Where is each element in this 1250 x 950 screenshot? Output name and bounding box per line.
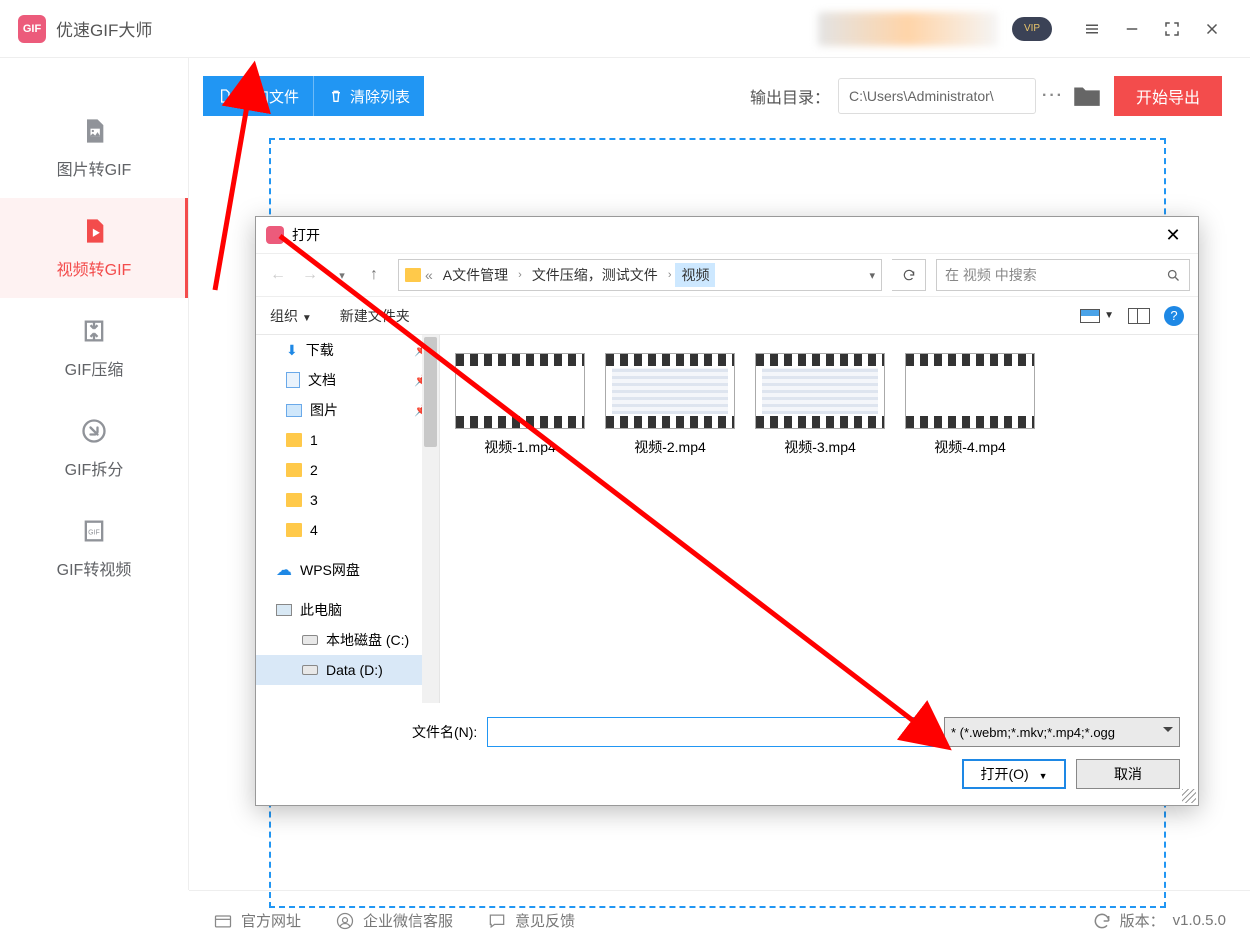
cancel-button[interactable]: 取消	[1076, 759, 1180, 789]
support-icon	[335, 911, 355, 931]
add-file-button[interactable]: 添加文件	[203, 76, 314, 116]
file-list[interactable]: 视频-1.mp4视频-2.mp4视频-3.mp4视频-4.mp4	[440, 335, 1198, 703]
vip-badge[interactable]: VIP	[1012, 17, 1052, 41]
tree-item[interactable]: 此电脑	[256, 595, 439, 625]
dialog-nav: ← → ▾ ↑ « A文件管理› 文件压缩，测试文件› 视频 ▾ 在 视频 中搜…	[256, 253, 1198, 297]
file-item[interactable]: 视频-2.mp4	[600, 353, 740, 685]
menu-button[interactable]	[1072, 9, 1112, 49]
fullscreen-button[interactable]	[1152, 9, 1192, 49]
image-file-icon	[80, 116, 108, 146]
tree-item[interactable]: ☁WPS网盘	[256, 555, 439, 585]
version-info[interactable]: 版本： v1.0.5.0	[1092, 910, 1226, 931]
user-avatar-area[interactable]	[818, 12, 998, 46]
file-item[interactable]: 视频-3.mp4	[750, 353, 890, 685]
nav-refresh-button[interactable]	[892, 259, 926, 291]
tree-scrollbar[interactable]	[422, 335, 439, 703]
preview-pane-button[interactable]	[1128, 308, 1150, 324]
gif-file-icon: GIF	[80, 516, 108, 546]
tree-item[interactable]: 4	[256, 515, 439, 545]
open-button[interactable]: 打开(O) ▼	[962, 759, 1066, 789]
folder-tree[interactable]: ⬇下载📌文档📌图片📌1234 ☁WPS网盘此电脑本地磁盘 (C:)Data (D:…	[256, 335, 440, 703]
sidebar-item-gif-to-video[interactable]: GIF GIF转视频	[0, 498, 188, 598]
tree-item[interactable]: 图片📌	[256, 395, 439, 425]
app-logo-icon: GIF	[18, 15, 46, 43]
search-input[interactable]: 在 视频 中搜索	[936, 259, 1190, 291]
toolbar: 添加文件 清除列表 输出目录： ··· 开始导出	[203, 76, 1222, 116]
refresh-icon	[1092, 911, 1112, 931]
feedback-link[interactable]: 意见反馈	[487, 910, 575, 931]
nav-back-button[interactable]: ←	[264, 261, 292, 289]
trash-icon	[328, 88, 344, 104]
search-icon	[1166, 268, 1181, 283]
tree-item[interactable]: 3	[256, 485, 439, 515]
sidebar-item-video-to-gif[interactable]: 视频转GIF	[0, 198, 188, 298]
chat-icon	[487, 911, 507, 931]
wechat-support-link[interactable]: 企业微信客服	[335, 910, 453, 931]
tree-item[interactable]: ⬇下载📌	[256, 335, 439, 365]
output-dir-label: 输出目录：	[750, 84, 830, 108]
sidebar-item-img-to-gif[interactable]: 图片转GIF	[0, 98, 188, 198]
more-button[interactable]: ···	[1036, 79, 1070, 113]
dialog-close-button[interactable]: ✕	[1158, 225, 1188, 246]
sidebar-item-gif-compress[interactable]: GIF压缩	[0, 298, 188, 398]
open-folder-button[interactable]	[1070, 79, 1104, 113]
compress-icon	[80, 316, 108, 346]
tree-item[interactable]: 1	[256, 425, 439, 455]
official-site-link[interactable]: 官方网址	[213, 910, 301, 931]
sidebar-item-gif-split[interactable]: GIF拆分	[0, 398, 188, 498]
nav-forward-button[interactable]: →	[296, 261, 324, 289]
filename-label: 文件名(N):	[412, 722, 477, 742]
nav-recent-button[interactable]: ▾	[328, 261, 356, 289]
new-folder-button[interactable]: 新建文件夹	[340, 306, 410, 326]
svg-text:GIF: GIF	[88, 530, 100, 537]
export-button[interactable]: 开始导出	[1114, 76, 1222, 116]
dialog-titlebar[interactable]: 打开 ✕	[256, 217, 1198, 253]
path-breadcrumb[interactable]: « A文件管理› 文件压缩，测试文件› 视频 ▾	[398, 259, 882, 291]
file-item[interactable]: 视频-4.mp4	[900, 353, 1040, 685]
dialog-toolbar: 组织 ▼ 新建文件夹 ▼ ?	[256, 297, 1198, 335]
filetype-select[interactable]: * (*.webm;*.mkv;*.mp4;*.ogg	[944, 717, 1180, 747]
help-button[interactable]: ?	[1164, 306, 1184, 326]
tree-item[interactable]: 本地磁盘 (C:)	[256, 625, 439, 655]
folder-icon	[405, 268, 421, 282]
tree-item[interactable]: Data (D:)	[256, 655, 439, 685]
globe-icon	[213, 911, 233, 931]
minimize-button[interactable]	[1112, 9, 1152, 49]
dialog-bottom: 文件名(N): * (*.webm;*.mkv;*.mp4;*.ogg 打开(O…	[256, 703, 1198, 805]
dialog-logo-icon	[266, 226, 284, 244]
tree-item[interactable]: 2	[256, 455, 439, 485]
output-dir-input[interactable]	[838, 78, 1036, 114]
title-bar: GIF 优速GIF大师 VIP	[0, 0, 1250, 58]
video-file-icon	[80, 216, 108, 246]
nav-up-button[interactable]: ↑	[360, 261, 388, 289]
split-icon	[80, 416, 108, 446]
sidebar: 图片转GIF 视频转GIF GIF压缩 GIF拆分 GIF GIF转视频	[0, 58, 189, 890]
filename-input[interactable]	[487, 717, 934, 747]
tree-item[interactable]: 文档📌	[256, 365, 439, 395]
view-mode-button[interactable]: ▼	[1080, 309, 1114, 323]
organize-dropdown[interactable]: 组织 ▼	[270, 306, 312, 326]
footer: 官方网址 企业微信客服 意见反馈 版本： v1.0.5.0	[189, 890, 1250, 950]
file-open-dialog: 打开 ✕ ← → ▾ ↑ « A文件管理› 文件压缩，测试文件› 视频 ▾ 在 …	[255, 216, 1199, 806]
dialog-title: 打开	[292, 225, 320, 245]
file-item[interactable]: 视频-1.mp4	[450, 353, 590, 685]
close-button[interactable]	[1192, 9, 1232, 49]
clear-list-button[interactable]: 清除列表	[314, 76, 424, 116]
app-title: 优速GIF大师	[56, 16, 152, 41]
resize-grip[interactable]	[1182, 789, 1196, 803]
file-icon	[217, 88, 233, 104]
